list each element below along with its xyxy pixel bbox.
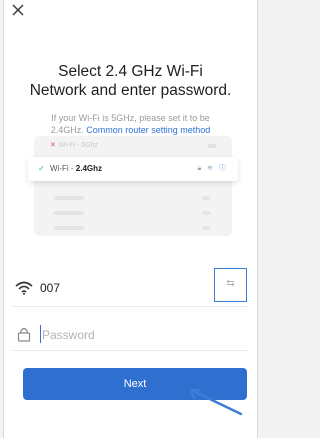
illustration-placeholder-bar (54, 226, 84, 230)
close-icon[interactable] (10, 2, 26, 18)
illustration-placeholder-bar (202, 226, 210, 230)
instruction-line-1: If your Wi-Fi is 5GHz, please set it to … (51, 113, 210, 123)
check-icon: ✓ (38, 164, 45, 173)
illustration-placeholder-bar (202, 211, 210, 215)
title-line-1: Select 2.4 GHz Wi-Fi (58, 63, 203, 80)
illustration-placeholder-bar (54, 196, 84, 200)
divider (12, 306, 249, 307)
illustration-5ghz-label: Wi-Fi - 5Ghz (58, 142, 99, 149)
instruction-prefix: 2.4GHz. (50, 125, 84, 135)
instruction-line-2: 2.4GHz. Common router setting method (12, 124, 249, 136)
wifi-band-illustration: ✕ Wi-Fi - 5Ghz ✓ Wi-Fi - 2.4Ghz 🔒︎ ≋ ⓘ (28, 136, 238, 236)
lock-icon (17, 327, 31, 342)
title-line-2: Network and enter password. (29, 82, 232, 99)
illustration-status-icons: 🔒︎ ≋ ⓘ (197, 165, 228, 172)
page-title: Select 2.4 GHz Wi-Fi Network and enter p… (4, 62, 257, 100)
illustration-placeholder-bar (202, 196, 210, 200)
network-name-field[interactable] (40, 279, 200, 297)
illustration-24ghz-label: Wi-Fi - 2.4Ghz (50, 164, 102, 173)
illustration-placeholder (208, 144, 216, 148)
error-x-icon: ✕ (50, 142, 56, 149)
wifi-setup-screen: Select 2.4 GHz Wi-Fi Network and enter p… (3, 0, 258, 438)
info-icon: ⓘ (219, 165, 228, 172)
wifi-icon (15, 281, 33, 295)
router-setting-link[interactable]: Common router setting method (86, 125, 210, 135)
password-field[interactable] (42, 326, 222, 344)
switch-network-button[interactable]: ⇆ (214, 268, 247, 302)
text-caret (40, 325, 41, 343)
illustration-placeholder-bar (54, 211, 84, 215)
illustration-row-24ghz: ✓ Wi-Fi - 2.4Ghz 🔒︎ ≋ ⓘ (28, 157, 238, 181)
pointer-arrow-icon (189, 388, 243, 416)
illustration-row-5ghz: ✕ Wi-Fi - 5Ghz (34, 139, 232, 153)
switch-network-icon: ⇆ (226, 278, 235, 289)
divider (12, 350, 249, 351)
instruction-text: If your Wi-Fi is 5GHz, please set it to … (12, 112, 249, 136)
